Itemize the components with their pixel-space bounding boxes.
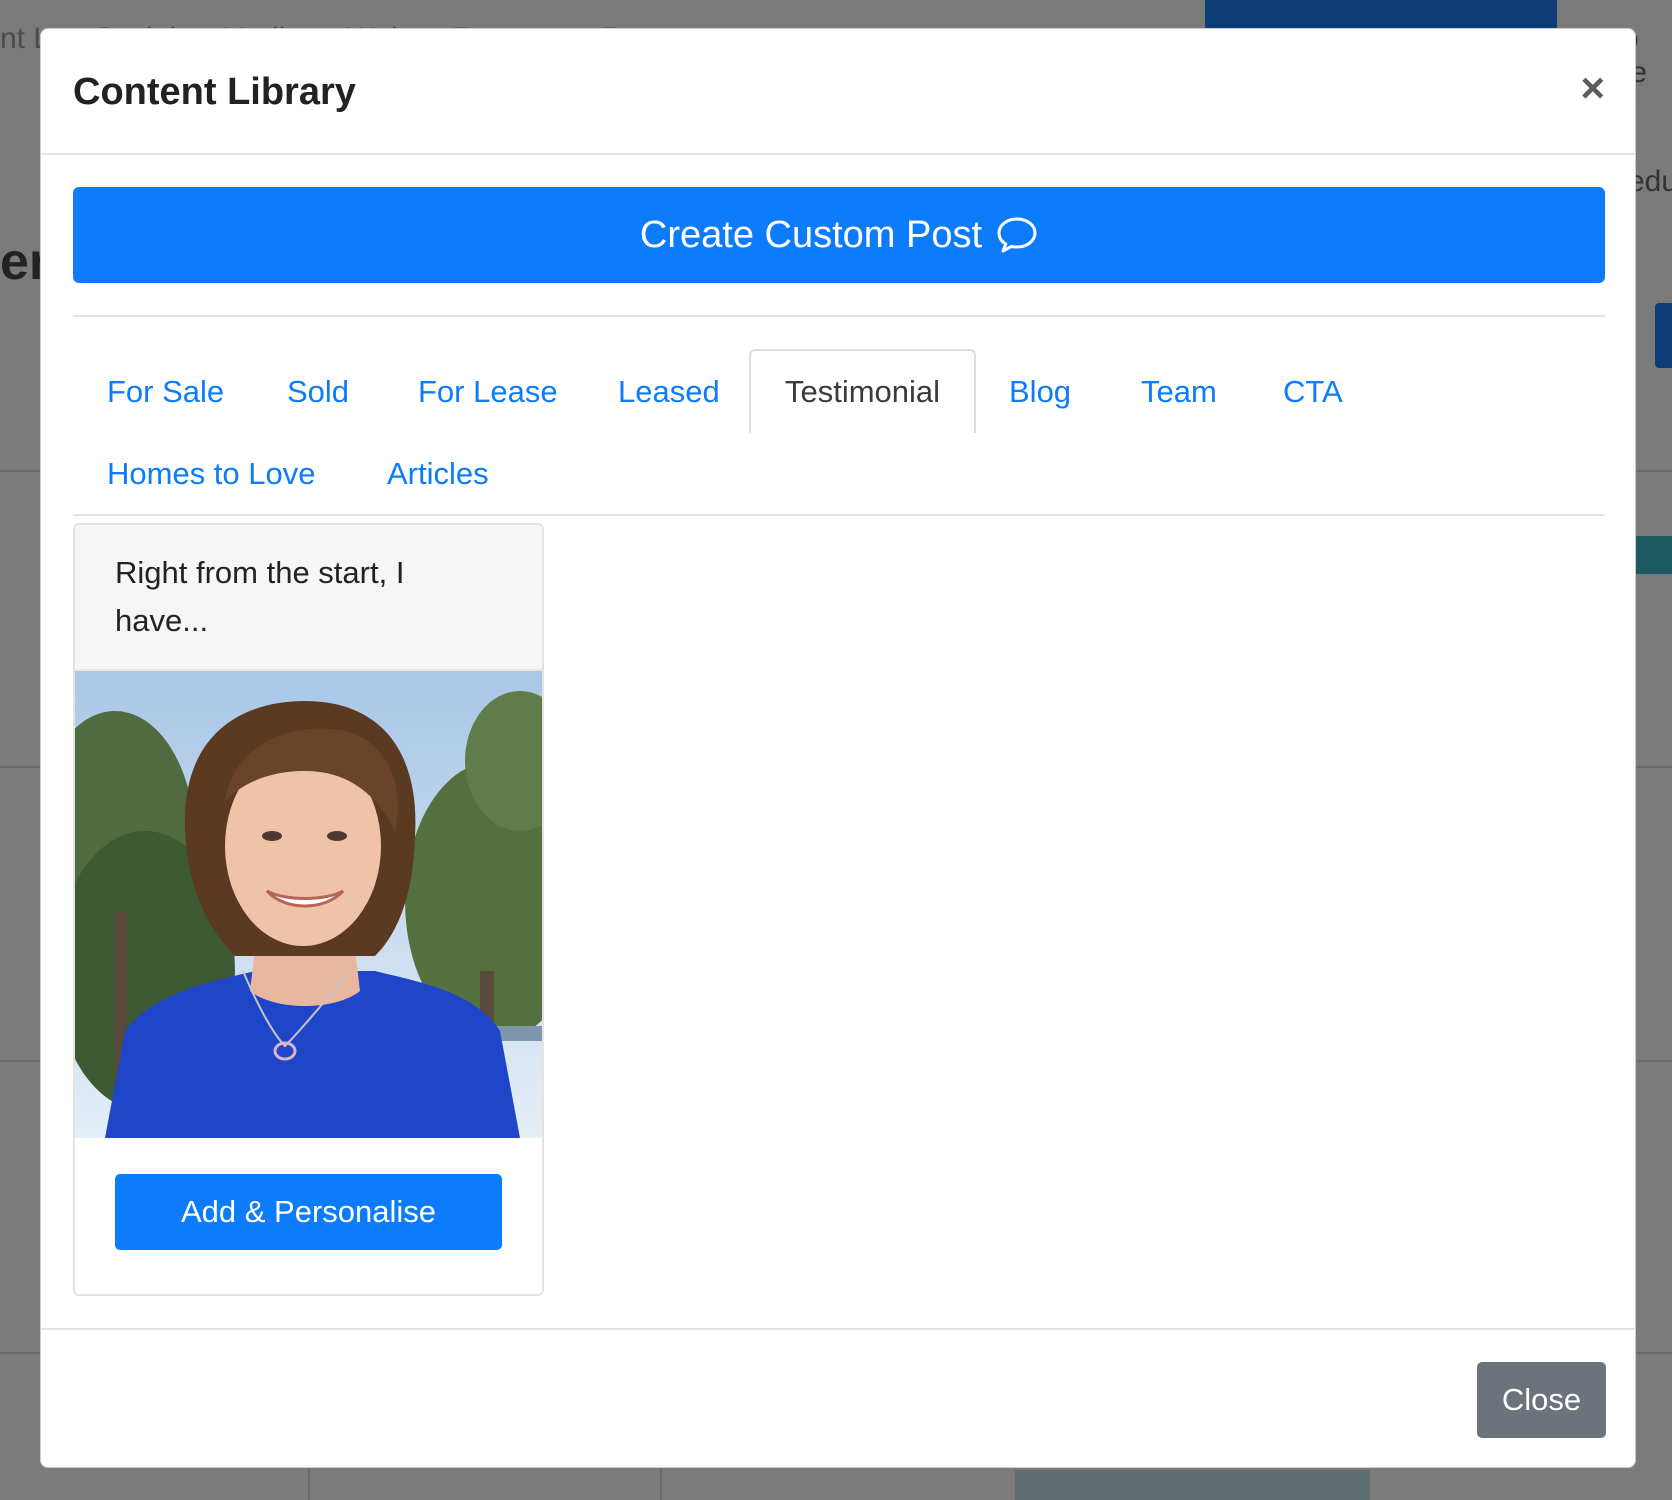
testimonial-photo	[75, 671, 542, 1138]
testimonial-card: Right from the start, I have... Add & Pe…	[73, 523, 544, 1296]
tab-testimonial[interactable]: Testimonial	[749, 349, 976, 433]
background-divider	[660, 1468, 662, 1500]
background-teal-block	[1630, 536, 1672, 574]
create-custom-post-label: Create Custom Post	[639, 213, 983, 256]
content-library-modal: Content Library × Create Custom Post For…	[40, 28, 1636, 1468]
tab-homes-to-love[interactable]: Homes to Love	[107, 456, 316, 492]
divider	[73, 315, 1605, 317]
close-button[interactable]: Close	[1477, 1362, 1606, 1438]
modal-title: Content Library	[73, 71, 356, 113]
modal-header: Content Library ×	[41, 29, 1635, 155]
tab-cta[interactable]: CTA	[1283, 374, 1343, 410]
testimonial-excerpt: Right from the start, I have...	[115, 555, 405, 638]
speech-bubble-icon	[997, 217, 1037, 253]
tab-blog[interactable]: Blog	[1009, 374, 1071, 410]
background-divider	[308, 1468, 310, 1500]
close-icon[interactable]: ×	[1580, 67, 1605, 109]
add-personalise-button[interactable]: Add & Personalise	[115, 1174, 502, 1250]
tab-for-lease[interactable]: For Lease	[418, 374, 558, 410]
tabs-divider	[73, 514, 1605, 516]
tab-team[interactable]: Team	[1141, 374, 1217, 410]
tab-articles[interactable]: Articles	[387, 456, 489, 492]
background-top-button	[1205, 0, 1557, 30]
card-header: Right from the start, I have...	[75, 525, 542, 671]
create-custom-post-button[interactable]: Create Custom Post	[73, 187, 1605, 283]
tab-sold[interactable]: Sold	[287, 374, 349, 410]
tab-leased[interactable]: Leased	[618, 374, 720, 410]
background-side-button	[1655, 303, 1672, 368]
background-bottom-block	[1015, 1470, 1370, 1500]
footer-divider	[41, 1328, 1635, 1330]
tab-for-sale[interactable]: For Sale	[107, 374, 224, 410]
